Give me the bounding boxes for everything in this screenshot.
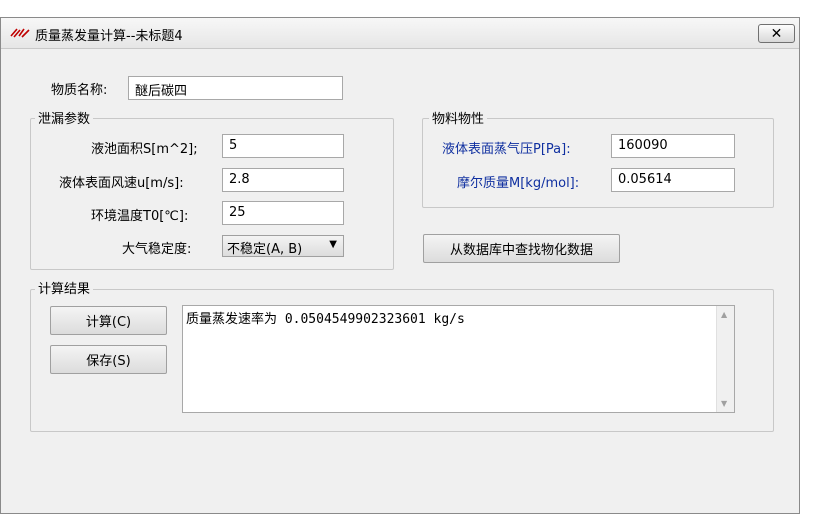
vapor-pressure-label: 液体表面蒸气压P[Pa]:: [442, 142, 571, 157]
pool-area-input[interactable]: 5: [222, 134, 344, 158]
leak-params-title: 泄漏参数: [35, 108, 94, 127]
ambient-temp-input[interactable]: 25: [222, 201, 344, 225]
results-title: 计算结果: [35, 278, 94, 297]
close-button[interactable]: ✕: [758, 24, 795, 43]
result-textarea[interactable]: 质量蒸发速率为 0.0504549902323601 kg/s ▲ ▼: [182, 305, 735, 413]
close-icon: ✕: [770, 25, 783, 42]
dropdown-arrow-icon: ▼: [329, 239, 337, 250]
title-bar: 质量蒸发量计算--未标题4 ✕: [1, 18, 799, 49]
lookup-database-button[interactable]: 从数据库中查找物化数据: [423, 234, 620, 263]
result-scrollbar[interactable]: ▲ ▼: [716, 306, 734, 412]
substance-input[interactable]: 醚后碳四: [128, 76, 343, 100]
stability-label: 大气稳定度:: [122, 242, 192, 257]
ambient-temp-label: 环境温度T0[℃]:: [91, 209, 189, 224]
wind-speed-input[interactable]: 2.8: [222, 168, 344, 192]
scroll-down-icon[interactable]: ▼: [721, 399, 727, 408]
pool-area-label: 液池面积S[m^2];: [91, 142, 198, 157]
scroll-up-icon[interactable]: ▲: [721, 310, 727, 319]
calculate-button[interactable]: 计算(C): [50, 306, 167, 335]
app-logo-icon: [10, 28, 30, 38]
material-props-title: 物料物性: [429, 108, 488, 127]
app-window: 质量蒸发量计算--未标题4 ✕ 物质名称: 醚后碳四 泄漏参数 液池面积S[m^…: [0, 17, 800, 514]
molar-mass-input[interactable]: 0.05614: [611, 168, 735, 192]
save-button[interactable]: 保存(S): [50, 345, 167, 374]
material-props-group: [422, 118, 774, 208]
molar-mass-label: 摩尔质量M[kg/mol]:: [457, 176, 580, 191]
result-output: 质量蒸发速率为 0.0504549902323601 kg/s: [186, 312, 465, 327]
stability-select[interactable]: 不稳定(A, B) ▼: [222, 235, 344, 257]
wind-speed-label: 液体表面风速u[m/s]:: [59, 176, 184, 191]
stability-value: 不稳定(A, B): [227, 242, 303, 257]
window-title: 质量蒸发量计算--未标题4: [35, 29, 183, 44]
substance-label: 物质名称:: [51, 83, 108, 98]
vapor-pressure-input[interactable]: 160090: [611, 134, 735, 158]
